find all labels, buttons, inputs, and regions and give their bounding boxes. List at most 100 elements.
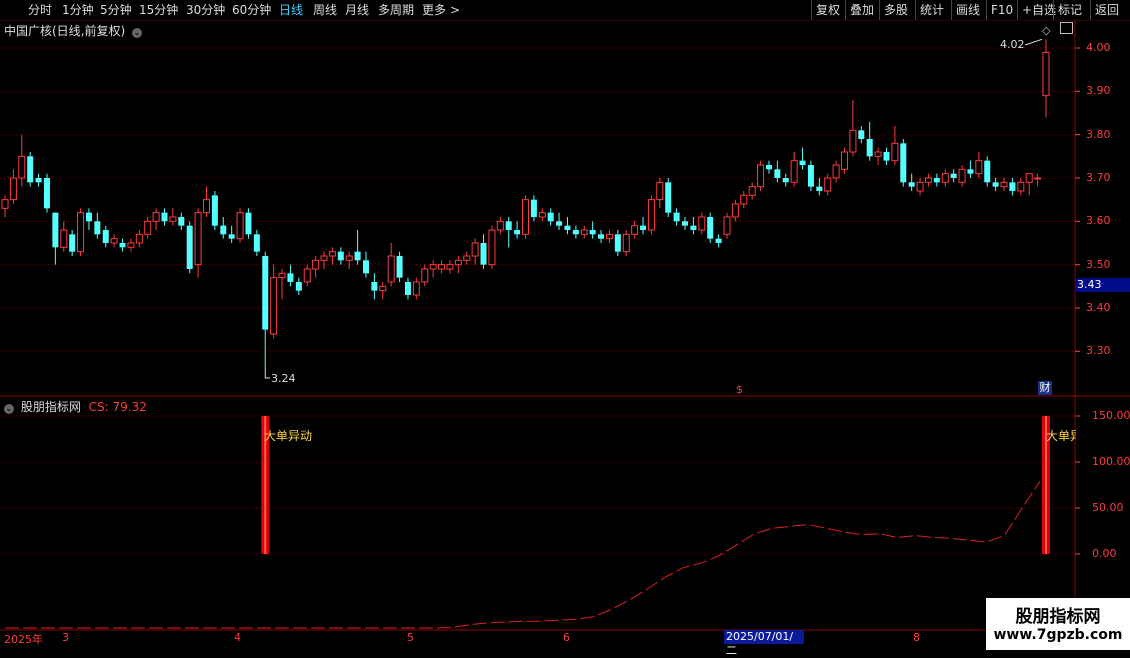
diamond-icon[interactable]: ◇ [1042, 24, 1050, 37]
candle-body-up [891, 142, 899, 162]
candle-body-up [1034, 177, 1042, 180]
candle-body-down [883, 151, 890, 161]
candle-body-up [1017, 181, 1025, 192]
candle-body-up [496, 220, 504, 231]
candle-body-up [924, 177, 932, 183]
indicator-tick-label: 0.00 [1092, 547, 1117, 560]
candle-body-down [186, 225, 193, 269]
finance-marker[interactable]: 财 [1038, 381, 1052, 395]
candle-body-up [522, 199, 529, 235]
indicator-tick-label: 150.00 [1092, 409, 1130, 422]
candle-body-up [538, 212, 546, 218]
candle-body-up [303, 268, 311, 283]
candle-body-down [228, 234, 235, 239]
candle-body-down [530, 199, 537, 217]
candle-body-up [320, 255, 328, 261]
candle-body-up [647, 199, 655, 231]
candle-body-up [60, 229, 68, 248]
candle-body-down [572, 229, 579, 235]
candle-body-up [790, 160, 798, 183]
signal-label-right: 大单异 [1046, 429, 1076, 443]
candle-body-up [77, 212, 85, 253]
candle-body-down [245, 212, 252, 235]
price-tick-label: 4.00 [1086, 41, 1111, 54]
candle-body-down [362, 260, 369, 274]
indicator-value: CS: 79.32 [88, 400, 147, 414]
date-month-3: 3 [62, 631, 69, 644]
candle-body-down [35, 177, 42, 183]
candle-body-up [110, 238, 118, 244]
candle-body-down [807, 164, 814, 187]
date-month-5: 5 [407, 631, 414, 644]
candle-body-down [262, 255, 269, 330]
candle-body-down [992, 182, 999, 187]
candle-body-down [782, 177, 789, 183]
price-tick-label: 3.60 [1086, 214, 1111, 228]
candle-body-down [43, 177, 50, 209]
watermark-url: www.7gpzb.com [993, 627, 1123, 643]
candle-body-up [723, 216, 731, 235]
high-price-annotation: 4.02 [1000, 38, 1025, 51]
candle-body-up [454, 259, 462, 266]
price-tick-label: 3.30 [1086, 344, 1111, 358]
watermark-title: 股朋指标网 [1015, 607, 1101, 627]
candle-body-down [371, 281, 378, 291]
candle-body-down [480, 242, 487, 265]
candle-body-down [102, 229, 109, 243]
candle-body-up [975, 160, 983, 175]
chevron-down-icon[interactable]: ⌄ [4, 404, 14, 414]
candle-body-down [178, 216, 185, 226]
candle-body-down [908, 182, 915, 187]
window-toggle-icon[interactable] [1060, 22, 1073, 34]
candle-body-down [707, 216, 714, 239]
candle-body-up [656, 181, 664, 201]
price-tick-label: 3.50 [1086, 257, 1111, 271]
candle-body-down [598, 234, 605, 239]
candle-body-down [765, 164, 772, 170]
candle-body-down [404, 281, 411, 295]
date-year-label: 2025年 [4, 633, 43, 646]
candle-body-up [841, 151, 849, 170]
candle-body-up [488, 229, 496, 266]
candle-body-up [631, 225, 639, 235]
candle-body-up [748, 186, 756, 196]
candle-body-down [69, 234, 76, 252]
candle-body-down [354, 251, 361, 261]
chevron-down-icon[interactable]: ⌄ [132, 28, 143, 38]
indicator-tick-label: 50.00 [1092, 501, 1124, 514]
candle-body-up [580, 229, 588, 235]
candle-body-up [849, 129, 857, 153]
candle-body-down [337, 251, 344, 261]
event-marker-s[interactable]: $ [736, 383, 743, 396]
candle-body-down [220, 225, 227, 235]
price-tick-label: 3.80 [1086, 127, 1111, 141]
candle-body-up [379, 285, 387, 292]
candle-body-down [94, 221, 101, 235]
candle-body-down [858, 130, 865, 139]
candle-body-up [463, 255, 471, 261]
candle-body-up [429, 264, 437, 270]
candle-body-up [18, 155, 26, 179]
date-month-6: 6 [563, 631, 570, 644]
candle-body-up [874, 151, 882, 157]
candle-body-down [287, 273, 294, 282]
candle-body-up [152, 212, 160, 222]
signal-label-left: 大单异动 [264, 429, 313, 443]
candle-body-up [387, 255, 395, 283]
candle-body-down [900, 143, 907, 183]
price-tick-label: 3.90 [1086, 84, 1111, 98]
candle-body-down [673, 212, 680, 222]
candle-body-down [161, 212, 168, 222]
candle-body-down [816, 186, 823, 191]
candle-body-up [236, 212, 244, 240]
indicator-tick-label: 100.00 [1092, 455, 1130, 468]
candle-body-up [1042, 51, 1050, 97]
candle-body-down [950, 173, 957, 178]
candle-body-up [421, 268, 429, 283]
candle-body-up [438, 264, 446, 270]
candle-body-down [514, 229, 521, 235]
candlestick-chart[interactable] [0, 0, 1130, 650]
candle-body-down [967, 169, 974, 174]
candle-body-down [984, 160, 991, 183]
candle-body-up [144, 220, 152, 235]
